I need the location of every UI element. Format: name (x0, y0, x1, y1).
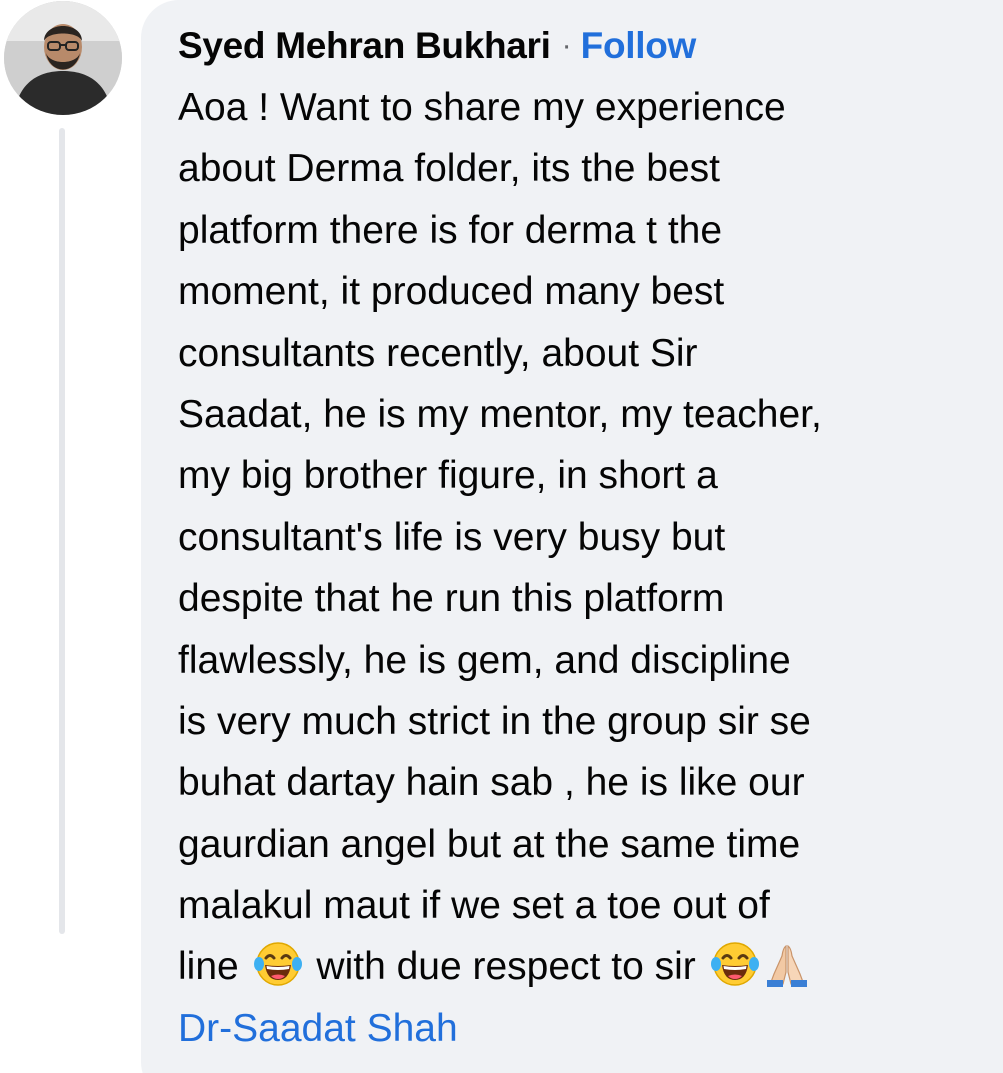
comment-line: platform there is for derma t the (178, 208, 723, 252)
comment-line: Saadat, he is my mentor, my teacher, (178, 392, 822, 436)
comment-line: gaurdian angel but at the same time (178, 822, 801, 866)
comment-line: flawlessly, he is gem, and discipline (178, 638, 791, 682)
comment-line: Aoa ! Want to share my experience (178, 86, 786, 129)
comment-line: about Derma folder, its the best (178, 147, 720, 191)
comment-text-segment: line (178, 945, 239, 989)
comment-text-segment: with due respect to sir (316, 945, 696, 989)
comment-line: is very much strict in the group sir se (178, 699, 811, 743)
comment-line: my big brother figure, in short a (178, 454, 718, 498)
reply-thread-line (59, 128, 65, 934)
comment-line: malakul maut if we set a toe out of (178, 884, 770, 928)
separator-dot: · (561, 29, 572, 62)
comment-line: buhat dartay hain sab , he is like our (178, 761, 805, 805)
tears-of-joy-emoji (253, 940, 302, 988)
comment-line: consultant's life is very busy but (178, 515, 726, 559)
tears-of-joy-emoji (710, 940, 759, 988)
comment-line: consultants recently, about Sir (178, 331, 698, 375)
tagged-user-link[interactable]: Dr-Saadat Shah (178, 998, 988, 1059)
comment-line: moment, it produced many best (178, 270, 725, 314)
avatar[interactable] (4, 1, 122, 115)
comment-last-line: line with due respect to sir (178, 936, 988, 997)
comment-text: Aoa ! Want to share my experience about … (178, 77, 988, 1059)
folded-hands-emoji (763, 940, 811, 988)
profile-photo (4, 1, 122, 115)
author-name[interactable]: Syed Mehran Bukhari (178, 25, 551, 67)
follow-button[interactable]: Follow (581, 25, 697, 67)
comment-header: Syed Mehran Bukhari · Follow (178, 20, 696, 72)
comment-line: despite that he run this platform (178, 577, 725, 621)
